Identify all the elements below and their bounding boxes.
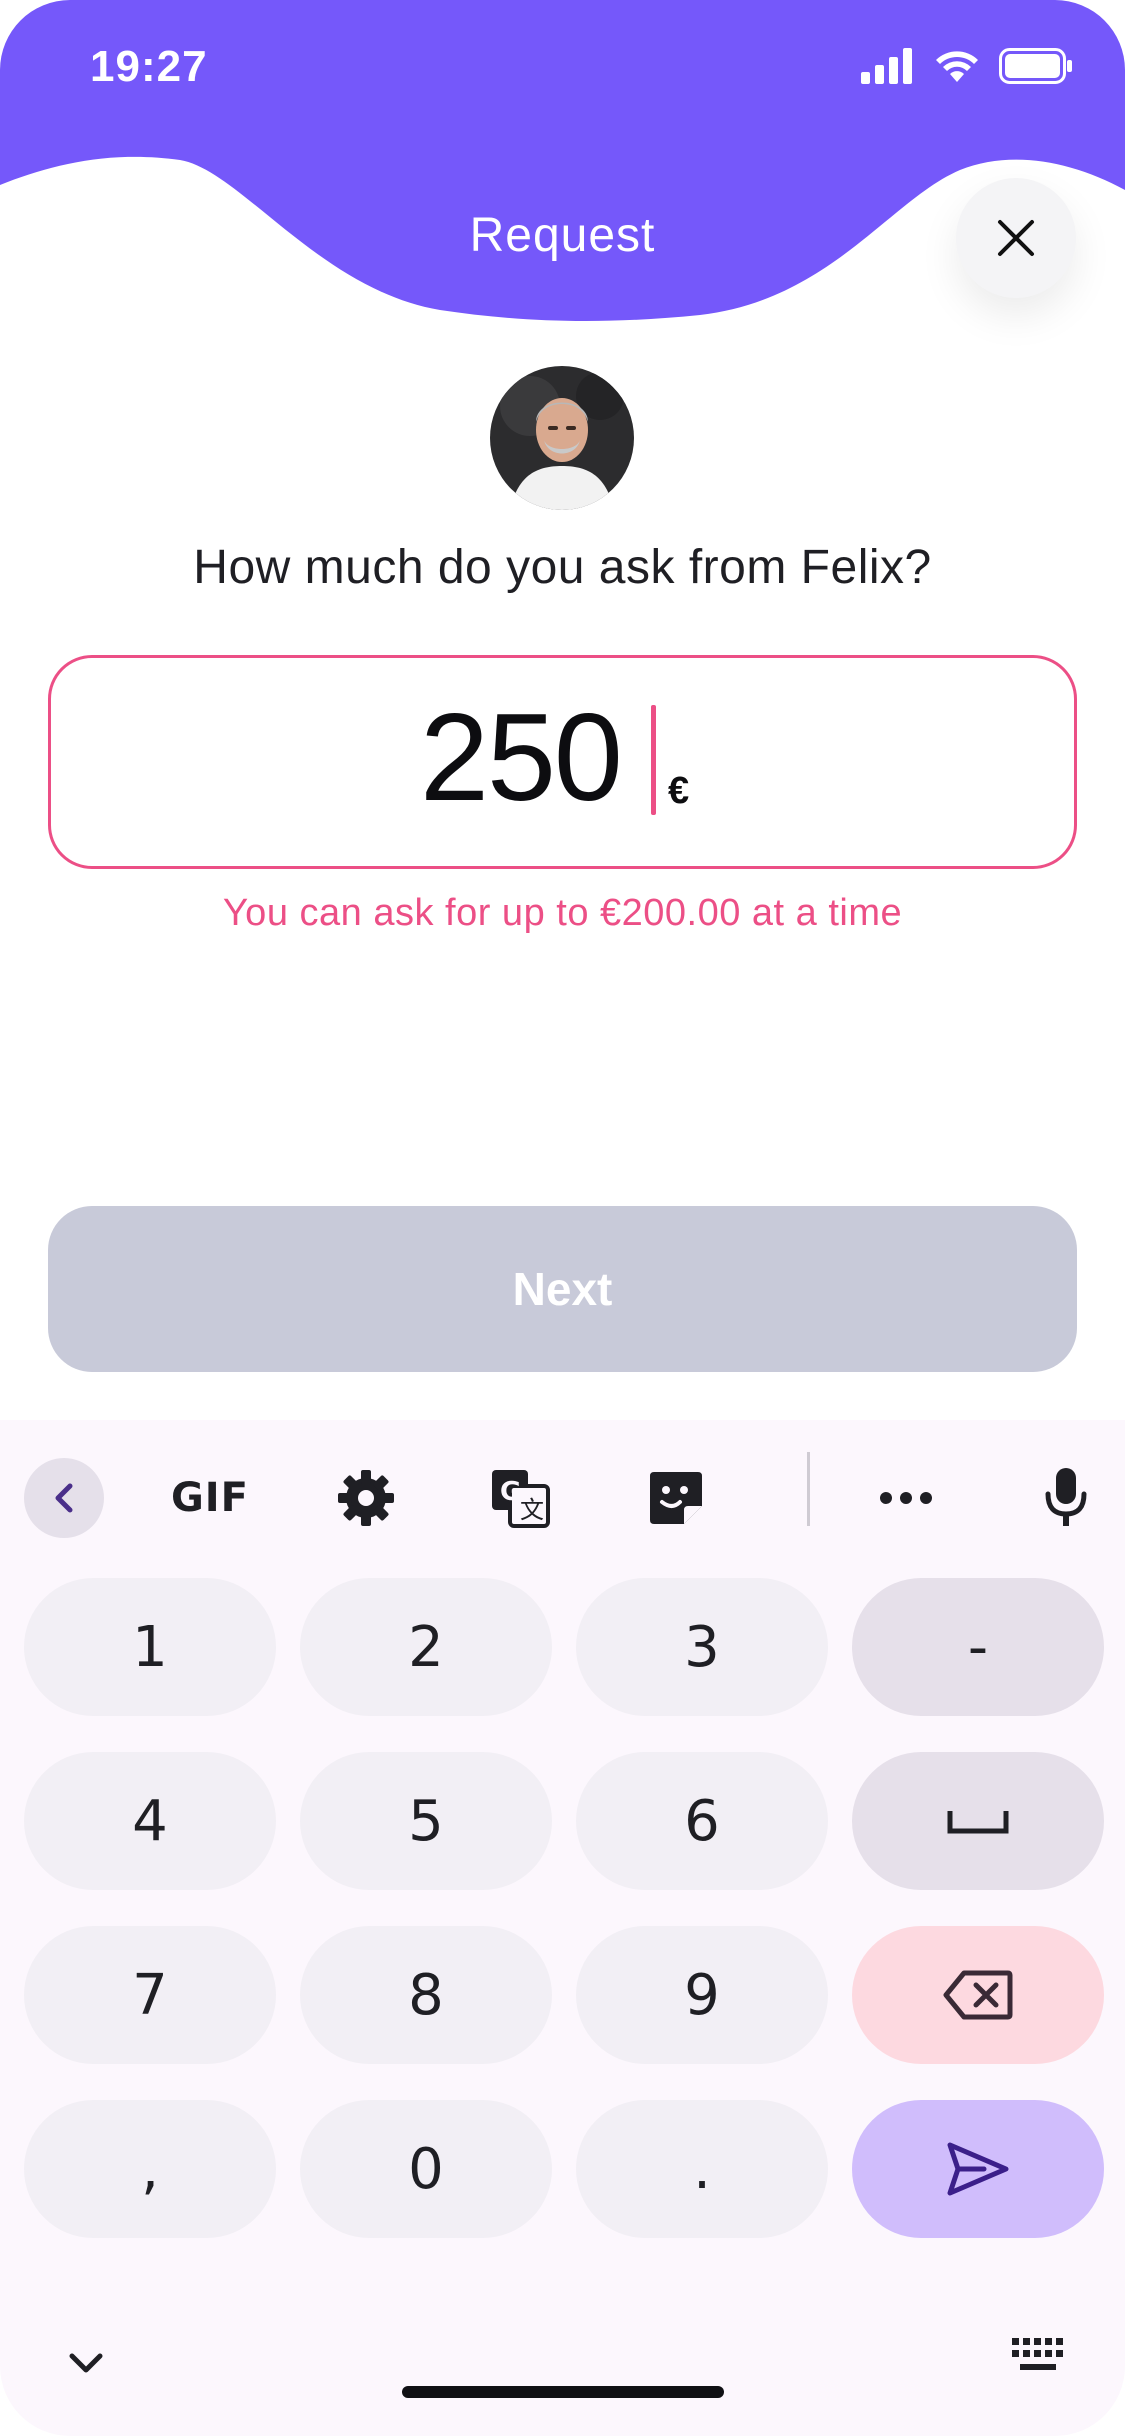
key-space[interactable] [852, 1752, 1104, 1890]
keyboard-back-button[interactable] [24, 1458, 104, 1538]
next-button-label: Next [512, 1263, 613, 1315]
close-icon [998, 220, 1034, 256]
signal-icon [861, 48, 912, 84]
text-caret [651, 705, 656, 815]
key-1[interactable]: 1 [24, 1578, 276, 1716]
status-icons [861, 48, 1073, 84]
key-comma[interactable]: , [24, 2100, 276, 2238]
recipient-avatar [490, 366, 634, 510]
next-button[interactable]: Next [48, 1206, 1077, 1372]
toolbar-divider [807, 1452, 810, 1526]
sticker-icon [650, 1472, 702, 1524]
translate-icon: G 文 [492, 1470, 550, 1528]
backspace-icon [943, 1970, 1013, 2020]
keyboard-switch-button[interactable] [1012, 2338, 1064, 2379]
voice-input-button[interactable] [1026, 1458, 1106, 1538]
key-delete[interactable] [852, 1926, 1104, 2064]
chevron-down-icon [69, 2353, 103, 2373]
send-icon [947, 2142, 1009, 2196]
validation-message: You can ask for up to €200.00 at a time [222, 892, 903, 934]
currency-symbol: € [668, 770, 690, 812]
key-2[interactable]: 2 [300, 1578, 552, 1716]
settings-button[interactable] [326, 1458, 406, 1538]
amount-question: How much do you ask from Felix? [193, 541, 932, 594]
key-0[interactable]: 0 [300, 2100, 552, 2238]
key-period[interactable]: . [576, 2100, 828, 2238]
more-button[interactable] [866, 1458, 946, 1538]
translate-button[interactable]: G 文 [480, 1458, 560, 1538]
keyboard-icon [1012, 2338, 1063, 2370]
key-9[interactable]: 9 [576, 1926, 828, 2064]
hide-keyboard-button[interactable] [66, 2348, 106, 2381]
close-button[interactable] [956, 178, 1076, 298]
home-indicator[interactable] [402, 2386, 724, 2398]
gif-button[interactable]: GIF [162, 1458, 258, 1538]
key-6[interactable]: 6 [576, 1752, 828, 1890]
key-8[interactable]: 8 [300, 1926, 552, 2064]
chevron-left-icon [55, 1483, 73, 1513]
key-7[interactable]: 7 [24, 1926, 276, 2064]
more-horizontal-icon [880, 1492, 932, 1504]
microphone-icon [1045, 1468, 1087, 1526]
space-icon [947, 1811, 1009, 1834]
gif-label: GIF [170, 1475, 250, 1521]
sticker-button[interactable] [636, 1458, 716, 1538]
gear-icon [338, 1470, 394, 1526]
wifi-icon [936, 51, 978, 82]
battery-icon [999, 48, 1072, 84]
key-3[interactable]: 3 [576, 1578, 828, 1716]
key-send[interactable] [852, 2100, 1104, 2238]
svg-text:文: 文 [520, 1496, 544, 1524]
key-4[interactable]: 4 [24, 1752, 276, 1890]
amount-value: 250 [420, 689, 623, 827]
key-minus[interactable]: - [852, 1578, 1104, 1716]
app-screen: 19:27 Request How much do you ask from F… [0, 0, 1125, 2436]
key-5[interactable]: 5 [300, 1752, 552, 1890]
svg-text:G: G [500, 1477, 521, 1507]
status-time: 19:27 [90, 42, 208, 91]
